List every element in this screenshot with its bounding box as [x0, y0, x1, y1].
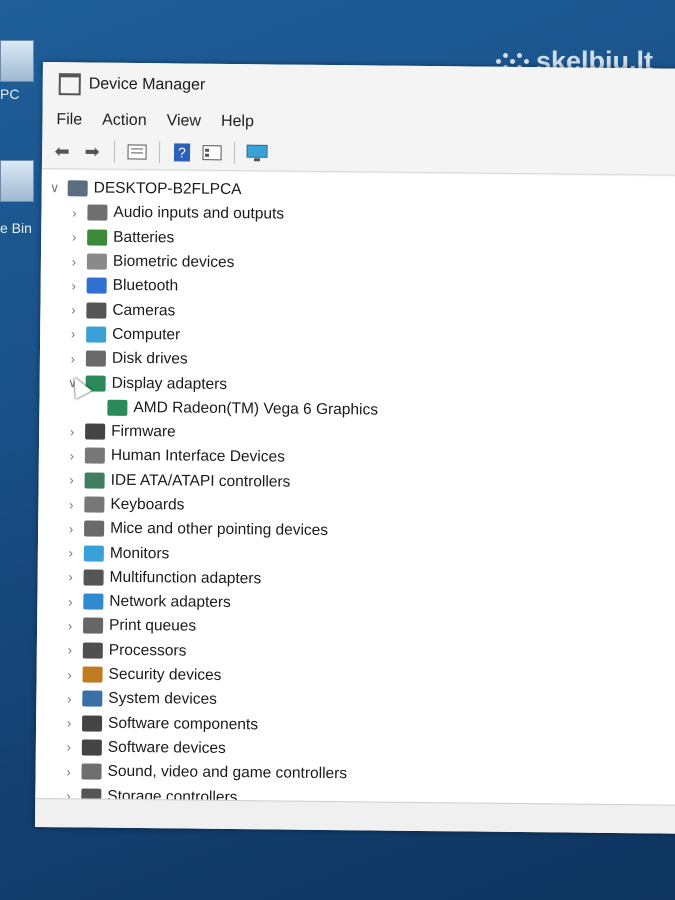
- bluetooth-icon: [86, 277, 107, 295]
- help-icon[interactable]: ?: [170, 141, 194, 163]
- mouse-icon: [84, 520, 105, 537]
- back-arrow-icon[interactable]: ⬅: [50, 140, 74, 162]
- tree-item-label: Monitors: [109, 544, 170, 562]
- firmware-icon: [85, 423, 106, 440]
- details-view-icon[interactable]: [200, 142, 224, 164]
- speaker-icon: [87, 204, 108, 222]
- monitor-icon: [83, 545, 104, 562]
- tree-item-label: Firmware: [111, 422, 176, 441]
- tree-item-label: Cameras: [112, 301, 176, 320]
- device-manager-app-icon: [58, 73, 81, 96]
- software-component-icon: [81, 715, 103, 732]
- ide-controller-icon: [84, 472, 105, 489]
- multifunction-icon: [83, 569, 104, 586]
- this-pc-icon[interactable]: [0, 40, 34, 82]
- properties-icon[interactable]: [125, 141, 149, 163]
- tree-item-label: Audio inputs and outputs: [113, 204, 285, 223]
- hid-icon: [84, 447, 105, 465]
- chevron-right-icon[interactable]: ›: [65, 254, 83, 269]
- chevron-right-icon[interactable]: ›: [61, 667, 79, 682]
- computer-icon: [86, 326, 107, 343]
- tree-item-label: Batteries: [113, 228, 175, 247]
- tree-item-label: Software devices: [107, 738, 226, 757]
- fingerprint-icon: [86, 253, 107, 270]
- chevron-right-icon[interactable]: ›: [61, 594, 79, 609]
- forward-arrow-icon[interactable]: ➡: [80, 140, 104, 162]
- display-adapter-icon: [107, 399, 128, 416]
- tree-item-label: Print queues: [109, 617, 197, 636]
- tree-item-label: Processors: [108, 641, 187, 660]
- tree-item-label: Network adapters: [109, 592, 231, 612]
- chevron-right-icon[interactable]: ›: [63, 472, 81, 488]
- printer-icon: [83, 617, 104, 635]
- processor-icon: [82, 642, 103, 659]
- window-title: Device Manager: [88, 75, 206, 94]
- menu-view[interactable]: View: [167, 112, 202, 130]
- menu-action[interactable]: Action: [102, 112, 147, 130]
- chevron-right-icon[interactable]: ›: [62, 570, 80, 585]
- chevron-right-icon[interactable]: ›: [64, 327, 82, 342]
- chevron-right-icon[interactable]: ›: [60, 715, 78, 730]
- tree-item-label: Biometric devices: [112, 252, 235, 272]
- menu-help[interactable]: Help: [221, 113, 254, 131]
- tree-item-label: Multifunction adapters: [109, 568, 262, 588]
- chevron-right-icon[interactable]: ›: [60, 691, 78, 706]
- chevron-right-icon[interactable]: ›: [64, 302, 82, 317]
- menu-file[interactable]: File: [56, 111, 82, 129]
- chevron-right-icon[interactable]: ›: [65, 205, 83, 220]
- toolbar-separator: [233, 142, 236, 165]
- chevron-right-icon[interactable]: ›: [65, 229, 83, 245]
- security-icon: [82, 666, 103, 683]
- toolbar-separator: [158, 141, 161, 164]
- software-device-icon: [81, 739, 102, 756]
- tree-item-label: Sound, video and game controllers: [107, 762, 348, 783]
- chevron-down-icon[interactable]: ∨: [46, 180, 64, 196]
- svg-text:?: ?: [178, 144, 186, 160]
- disk-icon: [85, 350, 106, 367]
- camera-icon: [86, 302, 107, 319]
- tree-item-label: Bluetooth: [112, 277, 179, 295]
- recycle-bin-icon[interactable]: [0, 160, 34, 202]
- device-tree-list: ∨ DESKTOP-B2FLPCA › Audio inputs and output…: [35, 170, 675, 806]
- title-bar[interactable]: Device Manager: [42, 62, 675, 113]
- tree-item-label: DESKTOP-B2FLPCA: [93, 179, 242, 199]
- monitor-icon[interactable]: [245, 142, 269, 164]
- keyboard-icon: [84, 496, 105, 513]
- tree-item-label: Computer: [112, 325, 181, 344]
- tree-item-label: Mice and other pointing devices: [110, 520, 329, 540]
- chevron-right-icon[interactable]: ›: [61, 643, 79, 658]
- tree-item-label: AMD Radeon(TM) Vega 6 Graphics: [133, 398, 379, 419]
- status-bar: [34, 797, 675, 834]
- chevron-right-icon[interactable]: ›: [61, 618, 79, 633]
- tree-item-label: Display adapters: [111, 374, 228, 393]
- chevron-right-icon[interactable]: ›: [62, 521, 80, 536]
- chevron-right-icon[interactable]: ›: [62, 497, 80, 512]
- chevron-right-icon[interactable]: ›: [65, 278, 83, 293]
- sound-icon: [81, 763, 102, 780]
- tree-item-label: Disk drives: [111, 349, 188, 368]
- tree-item-label: IDE ATA/ATAPI controllers: [110, 471, 291, 491]
- tree-item-label: Human Interface Devices: [110, 447, 285, 466]
- recycle-bin-label: e Bin: [0, 220, 32, 236]
- chevron-right-icon[interactable]: ›: [64, 351, 82, 366]
- network-icon: [83, 593, 104, 610]
- chevron-right-icon[interactable]: ›: [62, 545, 80, 560]
- chevron-right-icon[interactable]: ›: [59, 764, 77, 779]
- this-pc-label: PC: [0, 86, 20, 102]
- tree-item-label: Software components: [107, 714, 259, 733]
- system-devices-icon: [82, 690, 103, 708]
- computer-icon: [67, 180, 88, 197]
- tree-item-label: Security devices: [108, 665, 222, 684]
- device-tree[interactable]: ∨ DESKTOP-B2FLPCA › Audio inputs and output…: [35, 169, 675, 806]
- device-manager-window: Device Manager File Action View Help ⬅ ➡…: [34, 62, 675, 834]
- tree-item-label: Keyboards: [110, 495, 185, 514]
- chevron-right-icon[interactable]: ›: [60, 740, 78, 755]
- battery-icon: [87, 229, 108, 246]
- tree-item-label: System devices: [108, 690, 217, 709]
- toolbar-separator: [113, 140, 116, 163]
- chevron-right-icon[interactable]: ›: [63, 448, 81, 463]
- toolbar: ⬅ ➡ ?: [41, 133, 675, 176]
- chevron-right-icon[interactable]: ›: [63, 424, 81, 439]
